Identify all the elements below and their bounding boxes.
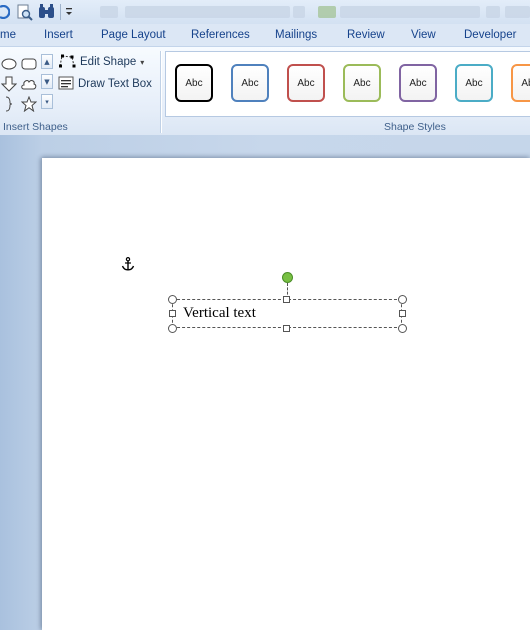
- shape-style-swatch[interactable]: Abc: [399, 64, 437, 102]
- draw-text-box-label: Draw Text Box: [78, 78, 152, 90]
- blurred-title-element: [293, 6, 305, 18]
- shapes-scroll-up-button[interactable]: ▲: [41, 54, 53, 69]
- shape-style-swatch[interactable]: Abc: [343, 64, 381, 102]
- oval-shape-icon[interactable]: [0, 55, 18, 73]
- swatch-text: Abc: [185, 77, 203, 89]
- rounded-rectangle-shape-icon[interactable]: [20, 55, 38, 73]
- shape-styles-group-label: Shape Styles: [384, 121, 446, 133]
- blurred-title-element: [340, 6, 480, 18]
- edit-points-icon: [58, 54, 76, 71]
- resize-handle-bottom-left[interactable]: [168, 324, 177, 333]
- star-shape-icon[interactable]: [20, 95, 38, 113]
- group-divider: [160, 51, 161, 133]
- edit-shape-button[interactable]: Edit Shape ▾: [58, 52, 144, 72]
- swatch-text: Abc: [521, 77, 530, 89]
- text-box-icon: [58, 76, 74, 93]
- draw-text-box-button[interactable]: Draw Text Box: [58, 74, 152, 94]
- shape-style-swatch[interactable]: Abc: [231, 64, 269, 102]
- resize-handle-top[interactable]: [283, 296, 290, 303]
- blurred-title-element: [486, 6, 500, 18]
- undo-icon[interactable]: [0, 3, 10, 21]
- document-workspace: Vertical text: [0, 135, 530, 630]
- print-preview-icon[interactable]: [16, 3, 33, 21]
- brace-shape-icon[interactable]: [0, 95, 18, 113]
- resize-handle-bottom[interactable]: [283, 325, 290, 332]
- swatch-text: Abc: [465, 77, 483, 89]
- tab-view[interactable]: View: [411, 29, 436, 41]
- tab-insert[interactable]: Insert: [44, 29, 73, 41]
- blurred-title-element: [318, 6, 336, 18]
- tab-home[interactable]: me: [0, 29, 16, 41]
- shapes-scroll-down-button[interactable]: ▼: [41, 74, 53, 89]
- rotation-handle[interactable]: [282, 272, 293, 283]
- ribbon: ▲ ▼ ▾ Edit Shape ▾ Draw Text Box Insert …: [0, 46, 530, 136]
- cloud-shape-icon[interactable]: [20, 75, 38, 93]
- resize-handle-right[interactable]: [399, 310, 406, 317]
- toolbar-divider: [60, 3, 61, 21]
- down-arrow-shape-icon[interactable]: [0, 75, 18, 93]
- resize-handle-top-left[interactable]: [168, 295, 177, 304]
- ribbon-tabs: me Insert Page Layout References Mailing…: [0, 24, 530, 46]
- customize-dropdown-icon[interactable]: [65, 3, 73, 21]
- blurred-title-element: [125, 6, 290, 18]
- text-box-content[interactable]: Vertical text: [183, 305, 256, 322]
- shape-style-swatch[interactable]: Abc: [511, 64, 530, 102]
- swatch-text: Abc: [409, 77, 427, 89]
- shape-style-swatch[interactable]: Abc: [455, 64, 493, 102]
- tab-mailings[interactable]: Mailings: [275, 29, 317, 41]
- quick-access-toolbar: [0, 0, 530, 25]
- tab-references[interactable]: References: [191, 29, 250, 41]
- tab-review[interactable]: Review: [347, 29, 385, 41]
- blurred-title-element: [505, 6, 530, 18]
- swatch-text: Abc: [241, 77, 259, 89]
- resize-handle-bottom-right[interactable]: [398, 324, 407, 333]
- edit-shape-label: Edit Shape: [80, 56, 137, 68]
- shape-style-swatch[interactable]: Abc: [175, 64, 213, 102]
- anchor-icon: [121, 257, 135, 274]
- shape-style-swatch[interactable]: Abc: [287, 64, 325, 102]
- shapes-more-button[interactable]: ▾: [41, 94, 53, 109]
- swatch-text: Abc: [353, 77, 371, 89]
- document-page[interactable]: Vertical text: [42, 158, 530, 630]
- swatch-text: Abc: [297, 77, 315, 89]
- blurred-title-element: [100, 6, 118, 18]
- text-box[interactable]: Vertical text: [172, 299, 402, 328]
- insert-shapes-group-label: Insert Shapes: [3, 121, 68, 133]
- tab-developer[interactable]: Developer: [464, 29, 516, 41]
- find-icon[interactable]: [38, 3, 56, 21]
- chevron-down-icon: ▾: [140, 57, 145, 67]
- shape-styles-gallery: Abc Abc Abc Abc Abc Abc Abc: [165, 51, 530, 117]
- resize-handle-top-right[interactable]: [398, 295, 407, 304]
- tab-page-layout[interactable]: Page Layout: [101, 29, 166, 41]
- resize-handle-left[interactable]: [169, 310, 176, 317]
